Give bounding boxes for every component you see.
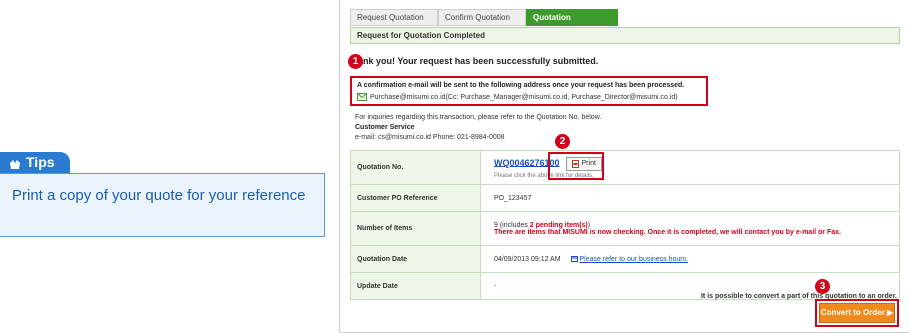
table-row: Number of Items 9 (includes 2 pending it… bbox=[350, 211, 900, 246]
quotation-window: Request Quotation Confirm Quotation Quot… bbox=[339, 0, 909, 333]
quotation-date-value: 04/09/2013 09:12 AM bbox=[494, 255, 561, 263]
confirmation-email-text: Purchase@misumi.co.id(Cc: Purchase_Manag… bbox=[370, 93, 678, 101]
thanks-message: ank you! Your request has been successfu… bbox=[358, 56, 599, 66]
business-hours-link[interactable]: Please refer to our business hours. bbox=[570, 255, 689, 263]
table-row: Customer PO Reference PO_123457 bbox=[350, 184, 900, 212]
tips-icon bbox=[8, 156, 22, 170]
callout-badge-1: 1 bbox=[348, 54, 363, 69]
confirmation-title: A confirmation e-mail will be sent to th… bbox=[357, 82, 685, 89]
table-row: Quotation Date 04/09/2013 09:12 AM Pleas… bbox=[350, 245, 900, 273]
items-close: ) bbox=[587, 221, 591, 229]
pending-items: 2 pending item(s) bbox=[529, 221, 588, 229]
update-date-label: Update Date bbox=[350, 272, 481, 300]
quotation-date-label: Quotation Date bbox=[350, 245, 481, 273]
progress-steps: Request Quotation Confirm Quotation Quot… bbox=[350, 9, 618, 37]
tips-box: Print a copy of your quote for your refe… bbox=[0, 173, 325, 237]
quotation-details-table: Quotation No. WQ0046276100 Print Please … bbox=[350, 150, 900, 300]
tips-text: Print a copy of your quote for your refe… bbox=[12, 187, 306, 204]
step-request-quotation: Request Quotation bbox=[350, 9, 438, 26]
step-quotation-completed: Quotation Completed bbox=[526, 9, 618, 37]
callout-badge-2: 2 bbox=[555, 134, 570, 149]
po-value: PO_123457 bbox=[480, 184, 900, 212]
tips-title: Tips bbox=[26, 154, 55, 170]
items-warning: There are items that MISUMI is now check… bbox=[494, 228, 841, 236]
customer-service-title: Customer Service bbox=[355, 124, 415, 131]
tips-tab: Tips bbox=[0, 152, 70, 173]
calendar-icon bbox=[570, 255, 578, 262]
items-label: Number of Items bbox=[350, 211, 481, 246]
quotation-no-cell: WQ0046276100 Print Please click the abov… bbox=[480, 150, 900, 185]
inquiry-line: For inquiries regarding this transaction… bbox=[355, 114, 602, 121]
confirmation-box: A confirmation e-mail will be sent to th… bbox=[350, 76, 708, 106]
confirmation-email: Purchase@misumi.co.id(Cc: Purchase_Manag… bbox=[357, 93, 678, 101]
mail-icon bbox=[357, 93, 367, 101]
table-row: Quotation No. WQ0046276100 Print Please … bbox=[350, 150, 900, 185]
convert-to-order-button[interactable]: Convert to Order ▶ bbox=[819, 303, 895, 323]
quotation-date-cell: 04/09/2013 09:12 AM Please refer to our … bbox=[480, 245, 900, 273]
business-hours-link-text[interactable]: Please refer to our business hours. bbox=[580, 256, 689, 263]
quotation-no-label: Quotation No. bbox=[350, 150, 481, 185]
section-header: Request for Quotation Completed bbox=[350, 27, 900, 44]
items-count: 9 (includes bbox=[494, 221, 530, 229]
convert-to-order-label: Convert to Order bbox=[820, 308, 885, 317]
print-highlight bbox=[548, 152, 604, 180]
callout-badge-3: 3 bbox=[815, 279, 830, 294]
items-cell: 9 (includes 2 pending item(s)) There are… bbox=[480, 211, 900, 246]
po-label: Customer PO Reference bbox=[350, 184, 481, 212]
step-confirm-quotation: Confirm Quotation bbox=[438, 9, 526, 26]
